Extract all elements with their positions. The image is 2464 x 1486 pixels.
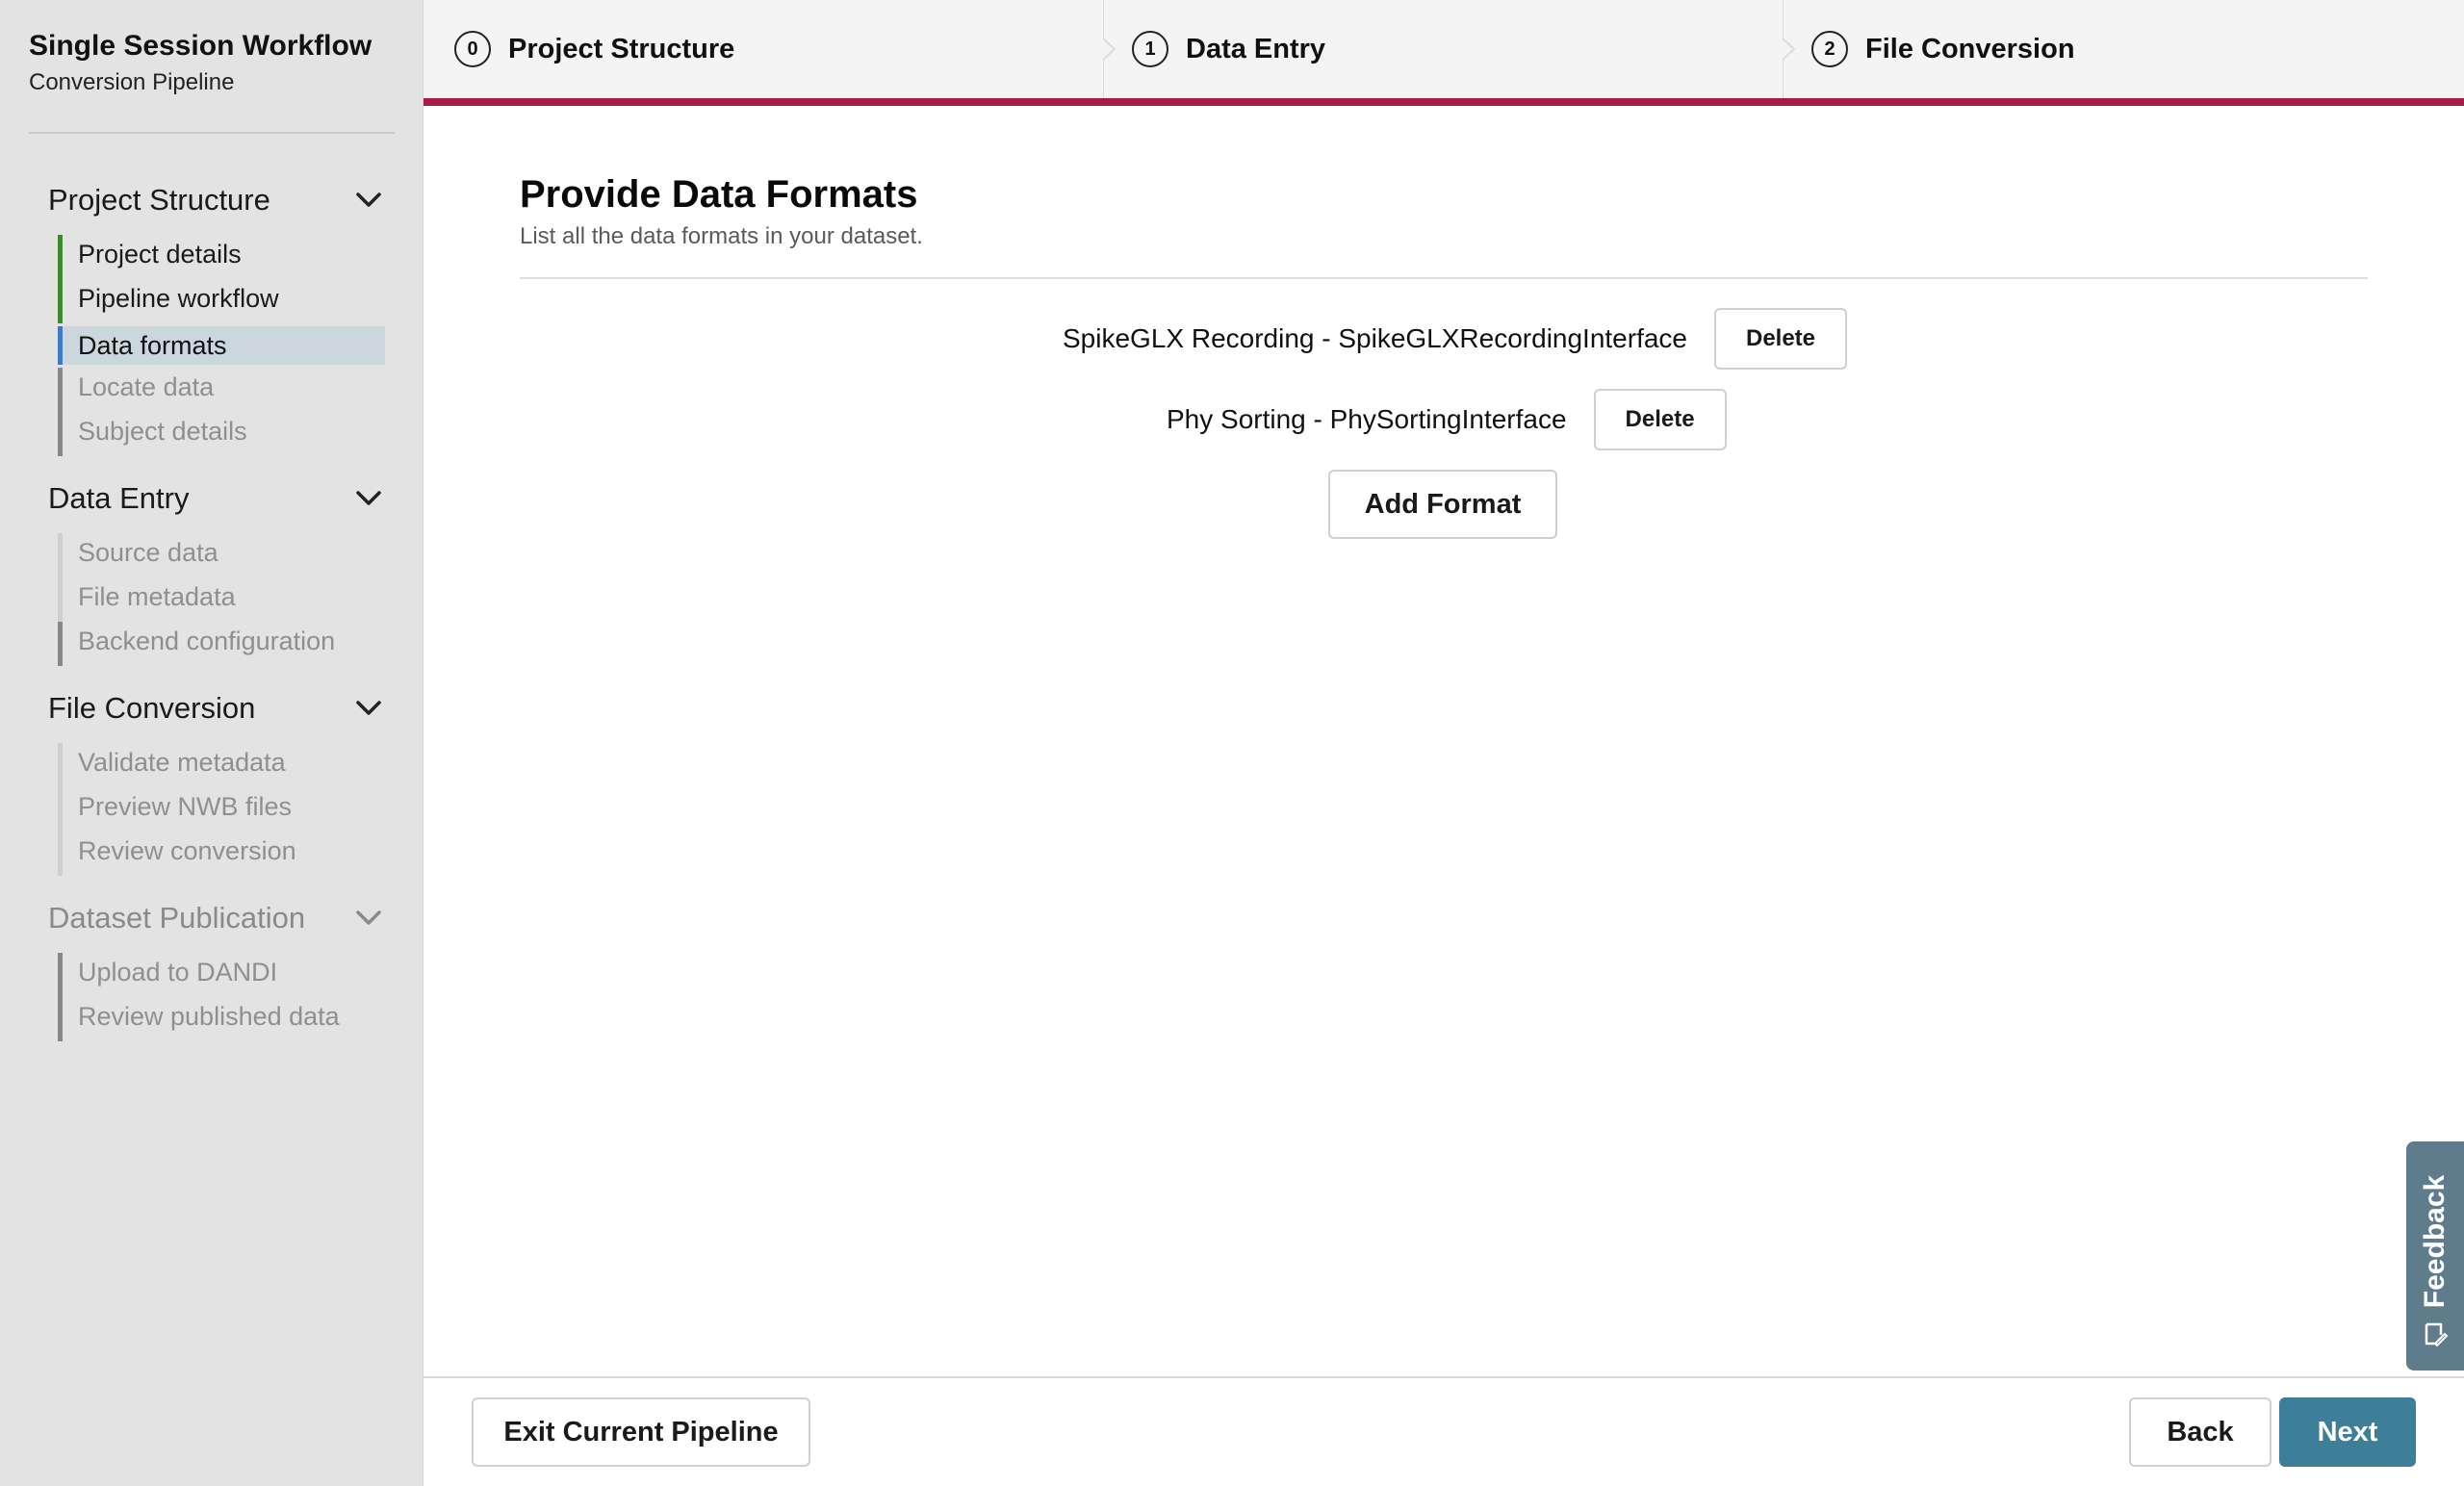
back-button[interactable]: Back [2129,1397,2272,1467]
sidebar-item-file-metadata[interactable]: File metadata [58,577,385,622]
section-toggle-file-conversion[interactable]: File Conversion [48,687,385,730]
sidebar-item-upload-to-dandi[interactable]: Upload to DANDI [58,953,385,997]
sidebar-section-dataset-publication: Dataset Publication Upload to DANDI Revi… [48,897,385,1041]
sidebar-item-project-details[interactable]: Project details [58,235,385,279]
sidebar-item-data-formats[interactable]: Data formats [58,326,385,365]
sidebar-item-pipeline-workflow[interactable]: Pipeline workflow [58,279,385,323]
step-separator [1103,0,1116,98]
next-button[interactable]: Next [2279,1397,2416,1467]
feedback-tab[interactable]: Feedback [2406,1141,2464,1371]
step-data-entry[interactable]: 1 Data Entry [1132,0,1325,98]
sidebar-section-project-structure: Project Structure Project details Pipeli… [48,179,385,456]
format-label: SpikeGLX Recording - SpikeGLXRecordingIn… [1063,323,1688,353]
sidebar-section-data-entry: Data Entry Source data File metadata Bac… [48,477,385,666]
sidebar-item-source-data[interactable]: Source data [58,533,385,577]
sidebar-divider [29,132,395,134]
sidebar: Single Session Workflow Conversion Pipel… [0,0,424,1486]
chevron-down-icon [352,902,385,935]
section-label: Data Entry [48,481,190,515]
sidebar-item-locate-data[interactable]: Locate data [58,368,385,412]
step-number: 0 [454,31,491,67]
step-file-conversion[interactable]: 2 File Conversion [1811,0,2075,98]
format-label: Phy Sorting - PhySortingInterface [1167,404,1567,434]
step-label: File Conversion [1865,33,2075,64]
step-separator [1783,0,1796,98]
section-toggle-dataset-publication[interactable]: Dataset Publication [48,897,385,939]
format-item: SpikeGLX Recording - SpikeGLXRecordingIn… [1063,308,1848,370]
progress-stepper: 0 Project Structure 1 Data Entry 2 File … [424,0,2464,106]
content-divider [520,277,2368,279]
add-format-button[interactable]: Add Format [1328,470,1557,539]
sidebar-item-review-published-data[interactable]: Review published data [58,997,385,1041]
section-label: Project Structure [48,183,270,217]
footer-divider [424,1376,2464,1378]
delete-format-button[interactable]: Delete [1714,308,1848,370]
step-project-structure[interactable]: 0 Project Structure [454,0,734,98]
workflow-subtitle: Conversion Pipeline [29,69,235,95]
sidebar-section-file-conversion: File Conversion Validate metadata Previe… [48,687,385,876]
format-item: Phy Sorting - PhySortingInterface Delete [1167,389,1727,450]
exit-pipeline-button[interactable]: Exit Current Pipeline [472,1397,810,1467]
chevron-down-icon [352,184,385,217]
chevron-down-icon [352,482,385,515]
feedback-icon [2425,1322,2449,1347]
sidebar-item-subject-details[interactable]: Subject details [58,412,385,456]
page-title: Provide Data Formats [520,173,918,216]
delete-format-button[interactable]: Delete [1593,389,1727,450]
step-number: 1 [1132,31,1168,67]
sidebar-item-review-conversion[interactable]: Review conversion [58,832,385,876]
sidebar-item-preview-nwb-files[interactable]: Preview NWB files [58,787,385,832]
sidebar-item-backend-configuration[interactable]: Backend configuration [58,622,385,666]
section-toggle-data-entry[interactable]: Data Entry [48,477,385,520]
sidebar-header: Single Session Workflow Conversion Pipel… [29,27,395,100]
section-toggle-project-structure[interactable]: Project Structure [48,179,385,221]
section-label: Dataset Publication [48,901,306,935]
feedback-label: Feedback [2419,1174,2451,1309]
sidebar-item-validate-metadata[interactable]: Validate metadata [58,743,385,787]
workflow-title: Single Session Workflow [29,30,372,62]
chevron-down-icon [352,692,385,725]
section-label: File Conversion [48,691,256,725]
step-label: Data Entry [1186,33,1326,64]
page-subtitle: List all the data formats in your datase… [520,223,923,249]
step-label: Project Structure [508,33,735,64]
step-number: 2 [1811,31,1848,67]
